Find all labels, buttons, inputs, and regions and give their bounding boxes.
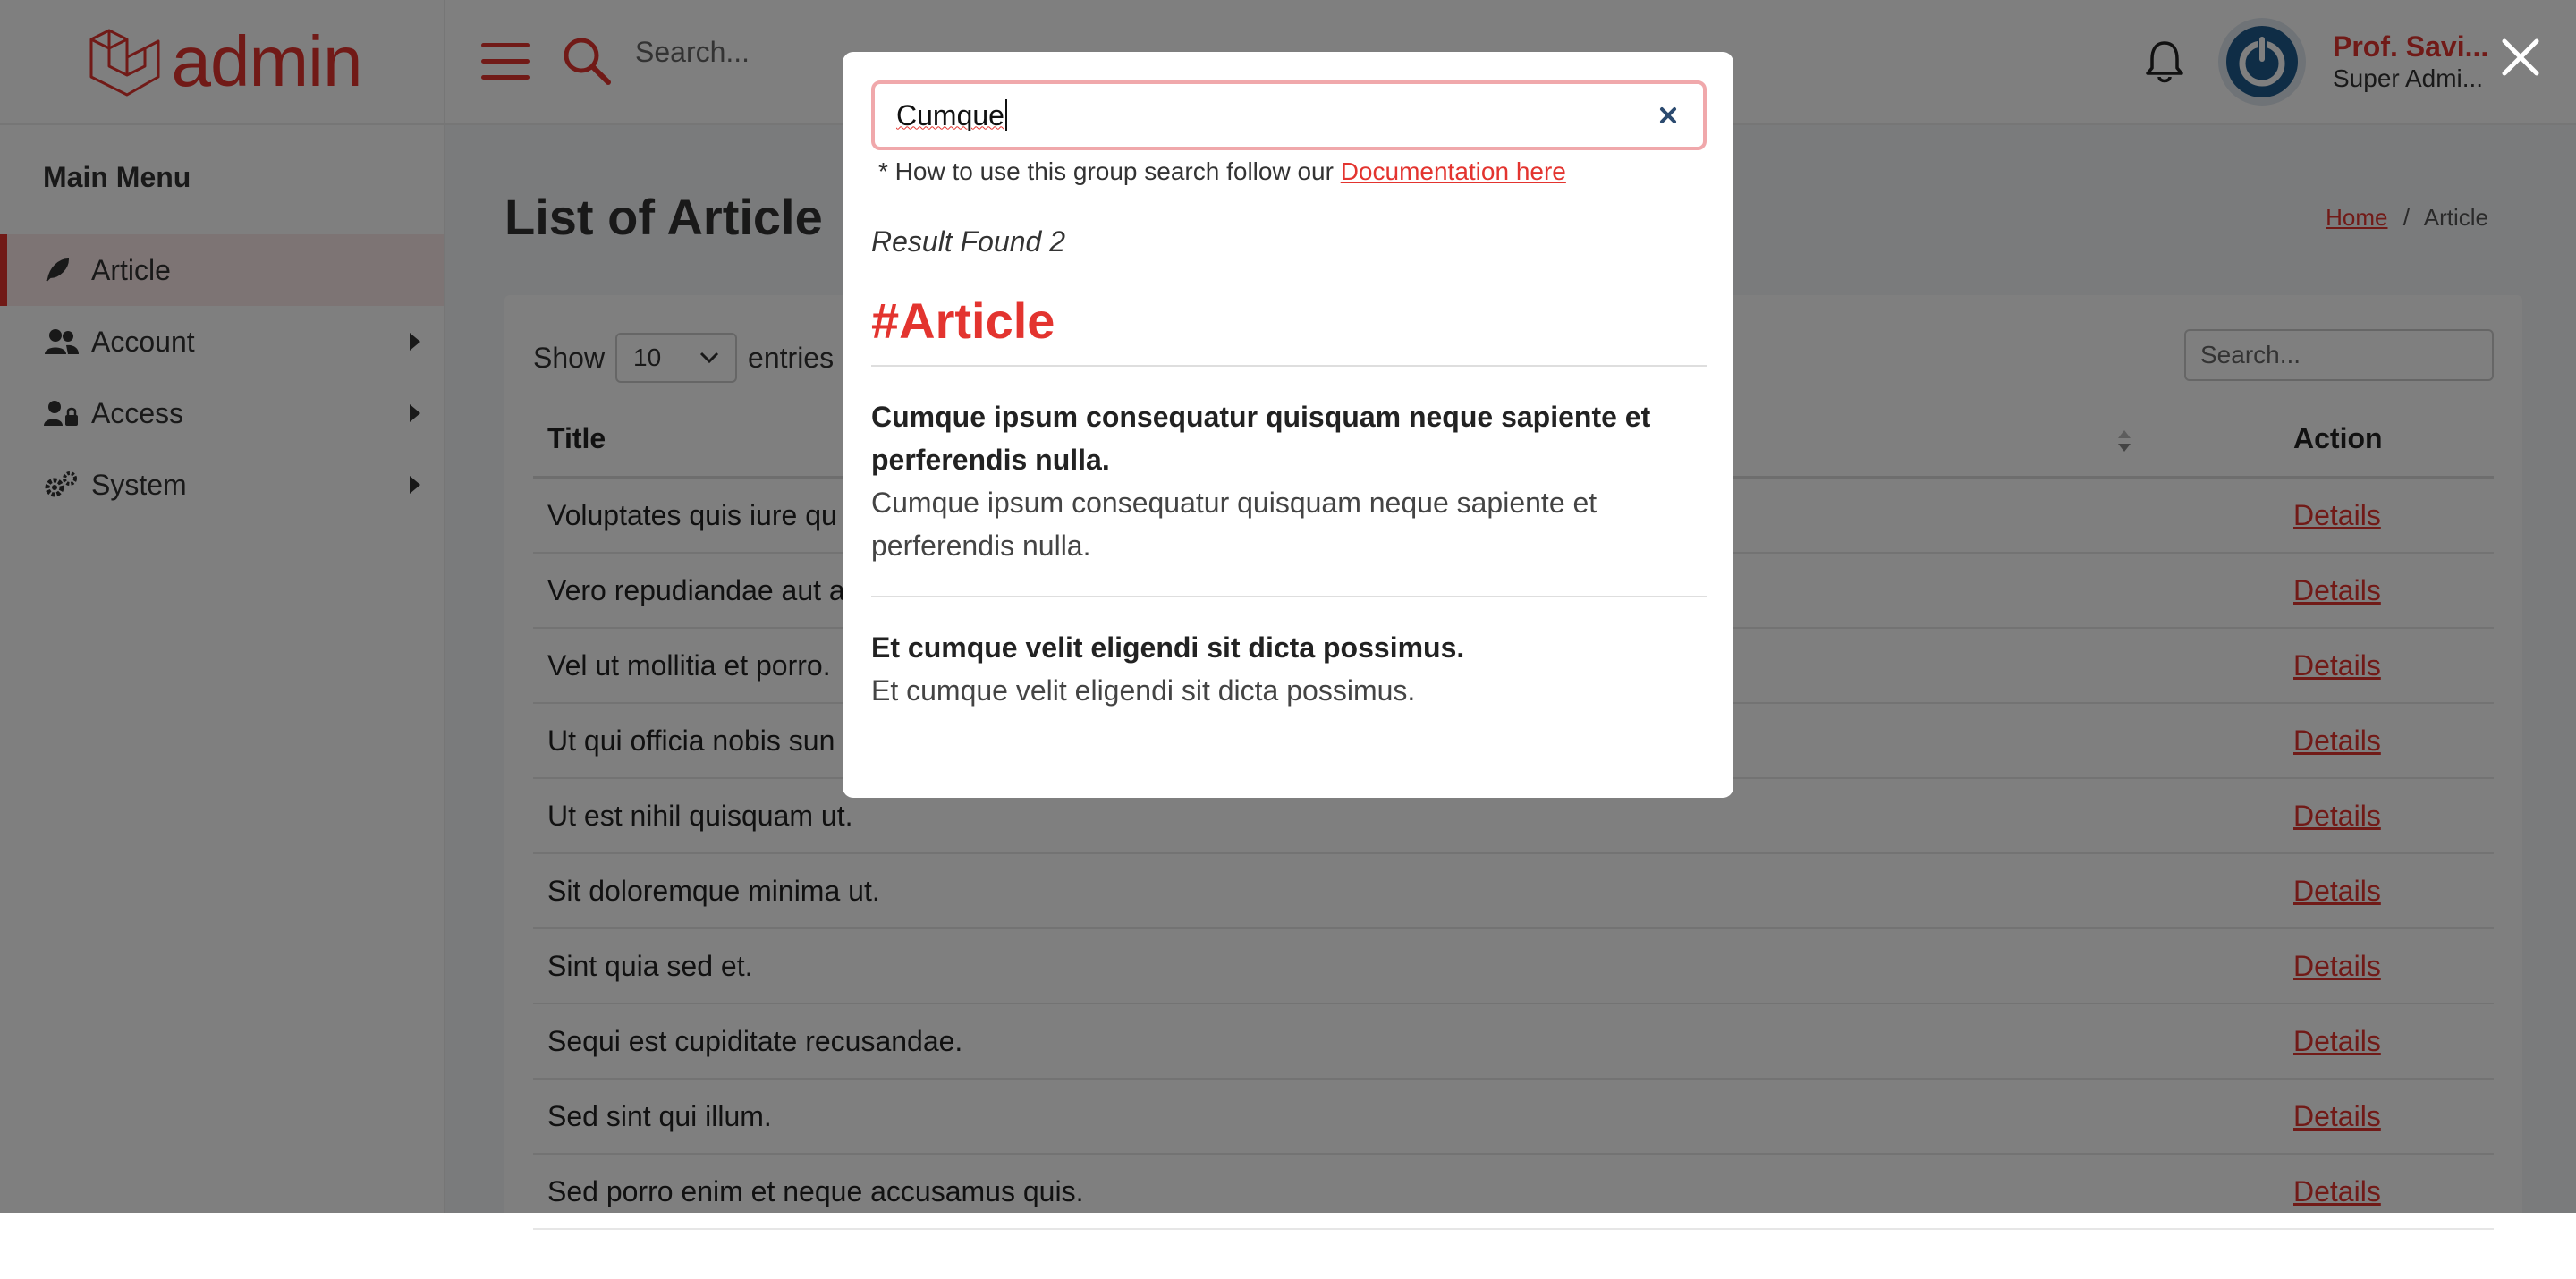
result-snippet: Et cumque velit eligendi sit dicta possi… xyxy=(871,674,1416,707)
result-snippet: Cumque ipsum consequatur quisquam neque … xyxy=(871,487,1597,562)
text-cursor xyxy=(1004,99,1007,131)
group-search-modal: Cumque * How to use this group search fo… xyxy=(843,52,1733,798)
divider xyxy=(871,596,1707,597)
search-help-text: * How to use this group search follow ou… xyxy=(878,157,1566,186)
search-result-item[interactable]: Cumque ipsum consequatur quisquam neque … xyxy=(871,395,1694,567)
divider xyxy=(871,365,1707,367)
result-title[interactable]: Cumque ipsum consequatur quisquam neque … xyxy=(871,395,1694,481)
group-search-input[interactable]: Cumque xyxy=(871,80,1707,150)
result-group-title: #Article xyxy=(871,292,1055,349)
documentation-link[interactable]: Documentation here xyxy=(1341,157,1566,185)
help-text: * How to use this group search follow ou… xyxy=(878,157,1341,185)
result-count: Result Found 2 xyxy=(871,225,1066,258)
clear-search-icon[interactable] xyxy=(1655,102,1682,136)
search-result-item[interactable]: Et cumque velit eligendi sit dicta possi… xyxy=(871,626,1694,712)
group-search-value: Cumque xyxy=(896,98,1004,131)
result-title[interactable]: Et cumque velit eligendi sit dicta possi… xyxy=(871,626,1694,669)
close-icon[interactable] xyxy=(2499,36,2542,83)
